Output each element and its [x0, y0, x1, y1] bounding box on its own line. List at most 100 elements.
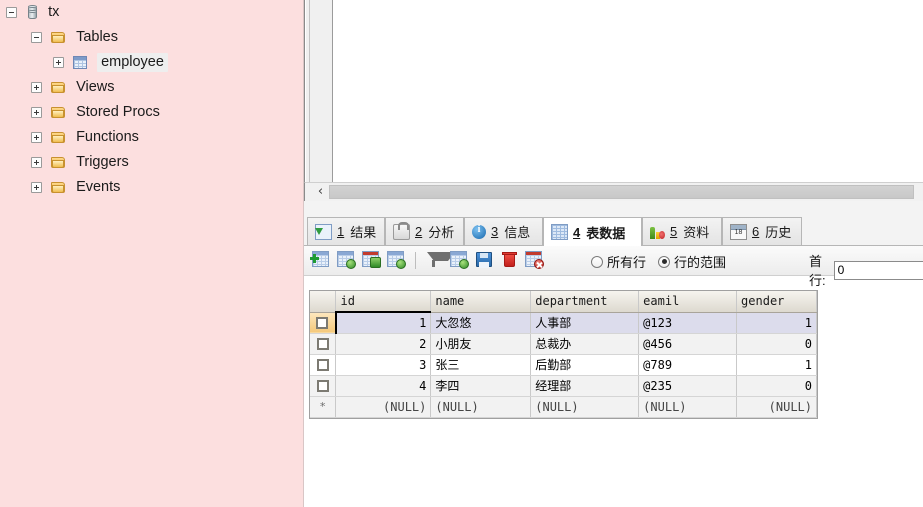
- cell-eamil[interactable]: @789: [638, 354, 738, 376]
- cancel-changes-button[interactable]: [525, 251, 544, 269]
- cell-name[interactable]: 小朋友: [430, 333, 532, 355]
- row-checkbox[interactable]: [316, 338, 329, 350]
- tree-item-stored-procs[interactable]: Stored Procs: [0, 100, 297, 125]
- panel-divider[interactable]: [297, 0, 304, 507]
- cell-name[interactable]: 李四: [430, 375, 532, 397]
- scroll-left-icon[interactable]: ‹: [312, 183, 329, 201]
- cell-name[interactable]: 张三: [430, 354, 532, 376]
- row-selector-cell[interactable]: [310, 375, 337, 397]
- cell-eamil[interactable]: @123: [638, 312, 738, 334]
- tree-item-label: tx: [48, 4, 60, 20]
- row-selector-cell[interactable]: [310, 354, 337, 376]
- folder-icon: [51, 81, 66, 94]
- row-checkbox[interactable]: [316, 317, 329, 329]
- collapse-toggle-tables[interactable]: [31, 32, 42, 43]
- sql-editor-area[interactable]: [304, 0, 923, 182]
- tree-item-tables[interactable]: Tables: [0, 25, 297, 50]
- radio-indicator[interactable]: [591, 255, 603, 268]
- tab-label: 信息: [504, 225, 531, 240]
- tab-history[interactable]: 6 历史: [722, 217, 802, 245]
- tab-label: 结果: [350, 225, 377, 240]
- data-toolbar: 所有行 行的范围 首行:: [304, 246, 923, 288]
- tree-item-views[interactable]: Views: [0, 75, 297, 100]
- expand-toggle-views[interactable]: [31, 82, 42, 93]
- radio-label: 行的范围: [674, 255, 727, 270]
- cell-department[interactable]: 总裁办: [530, 333, 640, 355]
- copy-record-button[interactable]: [362, 251, 381, 269]
- cell-id[interactable]: 4: [335, 375, 432, 397]
- new-row-marker-cell[interactable]: *: [310, 396, 337, 418]
- refresh-grid-button[interactable]: [387, 251, 406, 269]
- table-row[interactable]: 3 张三 后勤部 @789 1: [310, 354, 817, 376]
- expand-toggle-events[interactable]: [31, 182, 42, 193]
- cell-name[interactable]: 大忽悠: [430, 312, 532, 334]
- radio-indicator[interactable]: [658, 255, 671, 268]
- edit-badge-icon: [459, 259, 469, 269]
- table-row[interactable]: 4 李四 经理部 @235 0: [310, 375, 817, 397]
- row-checkbox[interactable]: [316, 380, 329, 392]
- cell-department[interactable]: (NULL): [530, 396, 640, 418]
- cell-gender[interactable]: (NULL): [736, 396, 817, 418]
- cell-eamil[interactable]: @456: [638, 333, 738, 355]
- folder-icon: [51, 131, 66, 144]
- row-selector-cell[interactable]: [310, 312, 337, 334]
- cell-gender[interactable]: 1: [736, 312, 817, 334]
- row-selector-cell[interactable]: [310, 333, 337, 355]
- column-header-eamil[interactable]: eamil: [638, 291, 738, 313]
- cell-id[interactable]: (NULL): [335, 396, 432, 418]
- tree-item-triggers[interactable]: Triggers: [0, 150, 297, 175]
- tree-item-functions[interactable]: Functions: [0, 125, 297, 150]
- tab-results[interactable]: 1 结果: [307, 217, 385, 245]
- cell-id[interactable]: 3: [335, 354, 432, 376]
- data-grid[interactable]: id name department eamil gender 1 大忽悠 人事…: [309, 290, 818, 419]
- cell-department[interactable]: 经理部: [530, 375, 640, 397]
- editor-gutter-line: [309, 0, 310, 182]
- cell-department[interactable]: 后勤部: [530, 354, 640, 376]
- delete-record-button[interactable]: [500, 251, 519, 269]
- tab-info[interactable]: 3 信息: [464, 217, 543, 245]
- expand-toggle-stored-procs[interactable]: [31, 107, 42, 118]
- row-checkbox[interactable]: [316, 359, 329, 371]
- tab-profile-data[interactable]: 5 资料: [642, 217, 722, 245]
- cell-department[interactable]: 人事部: [530, 312, 640, 334]
- filter-button[interactable]: [425, 251, 455, 269]
- radio-all-rows[interactable]: 所有行: [591, 252, 646, 271]
- column-header-department[interactable]: department: [530, 291, 640, 313]
- cell-gender[interactable]: 1: [736, 354, 817, 376]
- cell-id[interactable]: 1: [334, 311, 432, 334]
- add-record-button[interactable]: [310, 251, 331, 269]
- edit-record-button[interactable]: [450, 251, 469, 269]
- tab-table-data[interactable]: 4 表数据: [543, 217, 642, 246]
- tree-item-events[interactable]: Events: [0, 175, 297, 200]
- tab-label: 历史: [765, 225, 792, 240]
- expand-toggle-triggers[interactable]: [31, 157, 42, 168]
- save-button[interactable]: [475, 251, 494, 269]
- cell-name[interactable]: (NULL): [430, 396, 532, 418]
- editor-horizontal-scrollbar[interactable]: ‹: [304, 182, 923, 201]
- expand-toggle-functions[interactable]: [31, 132, 42, 143]
- table-row[interactable]: 1 大忽悠 人事部 @123 1: [310, 311, 817, 334]
- right-pane: ‹ 1 结果 2 分析 3 信息 4: [304, 0, 923, 507]
- data-grid-table: id name department eamil gender 1 大忽悠 人事…: [310, 291, 817, 418]
- scrollbar-thumb[interactable]: [329, 185, 914, 199]
- expand-toggle-employee[interactable]: [53, 57, 64, 68]
- new-row[interactable]: * (NULL) (NULL) (NULL) (NULL) (NULL): [310, 396, 817, 418]
- cell-id[interactable]: 2: [335, 333, 432, 355]
- column-header-name[interactable]: name: [430, 291, 532, 313]
- radio-row-range[interactable]: 行的范围: [658, 252, 726, 271]
- collapse-toggle-tx[interactable]: [6, 7, 17, 18]
- cell-gender[interactable]: 0: [736, 333, 817, 355]
- cell-gender[interactable]: 0: [736, 375, 817, 397]
- first-row-input[interactable]: [833, 260, 923, 280]
- pane-splitter[interactable]: [304, 201, 923, 214]
- cell-eamil[interactable]: @235: [638, 375, 738, 397]
- tree-item-tx[interactable]: tx: [0, 0, 297, 25]
- tree-item-employee[interactable]: employee: [0, 50, 297, 75]
- column-header-id[interactable]: id: [335, 291, 432, 313]
- object-browser-tree[interactable]: tx Tables employee Views Stored Procs Fu…: [0, 0, 297, 507]
- cell-eamil[interactable]: (NULL): [638, 396, 738, 418]
- column-header-gender[interactable]: gender: [736, 291, 817, 313]
- tab-profile[interactable]: 2 分析: [385, 217, 464, 245]
- table-row[interactable]: 2 小朋友 总裁办 @456 0: [310, 333, 817, 355]
- apply-changes-button[interactable]: [337, 251, 356, 269]
